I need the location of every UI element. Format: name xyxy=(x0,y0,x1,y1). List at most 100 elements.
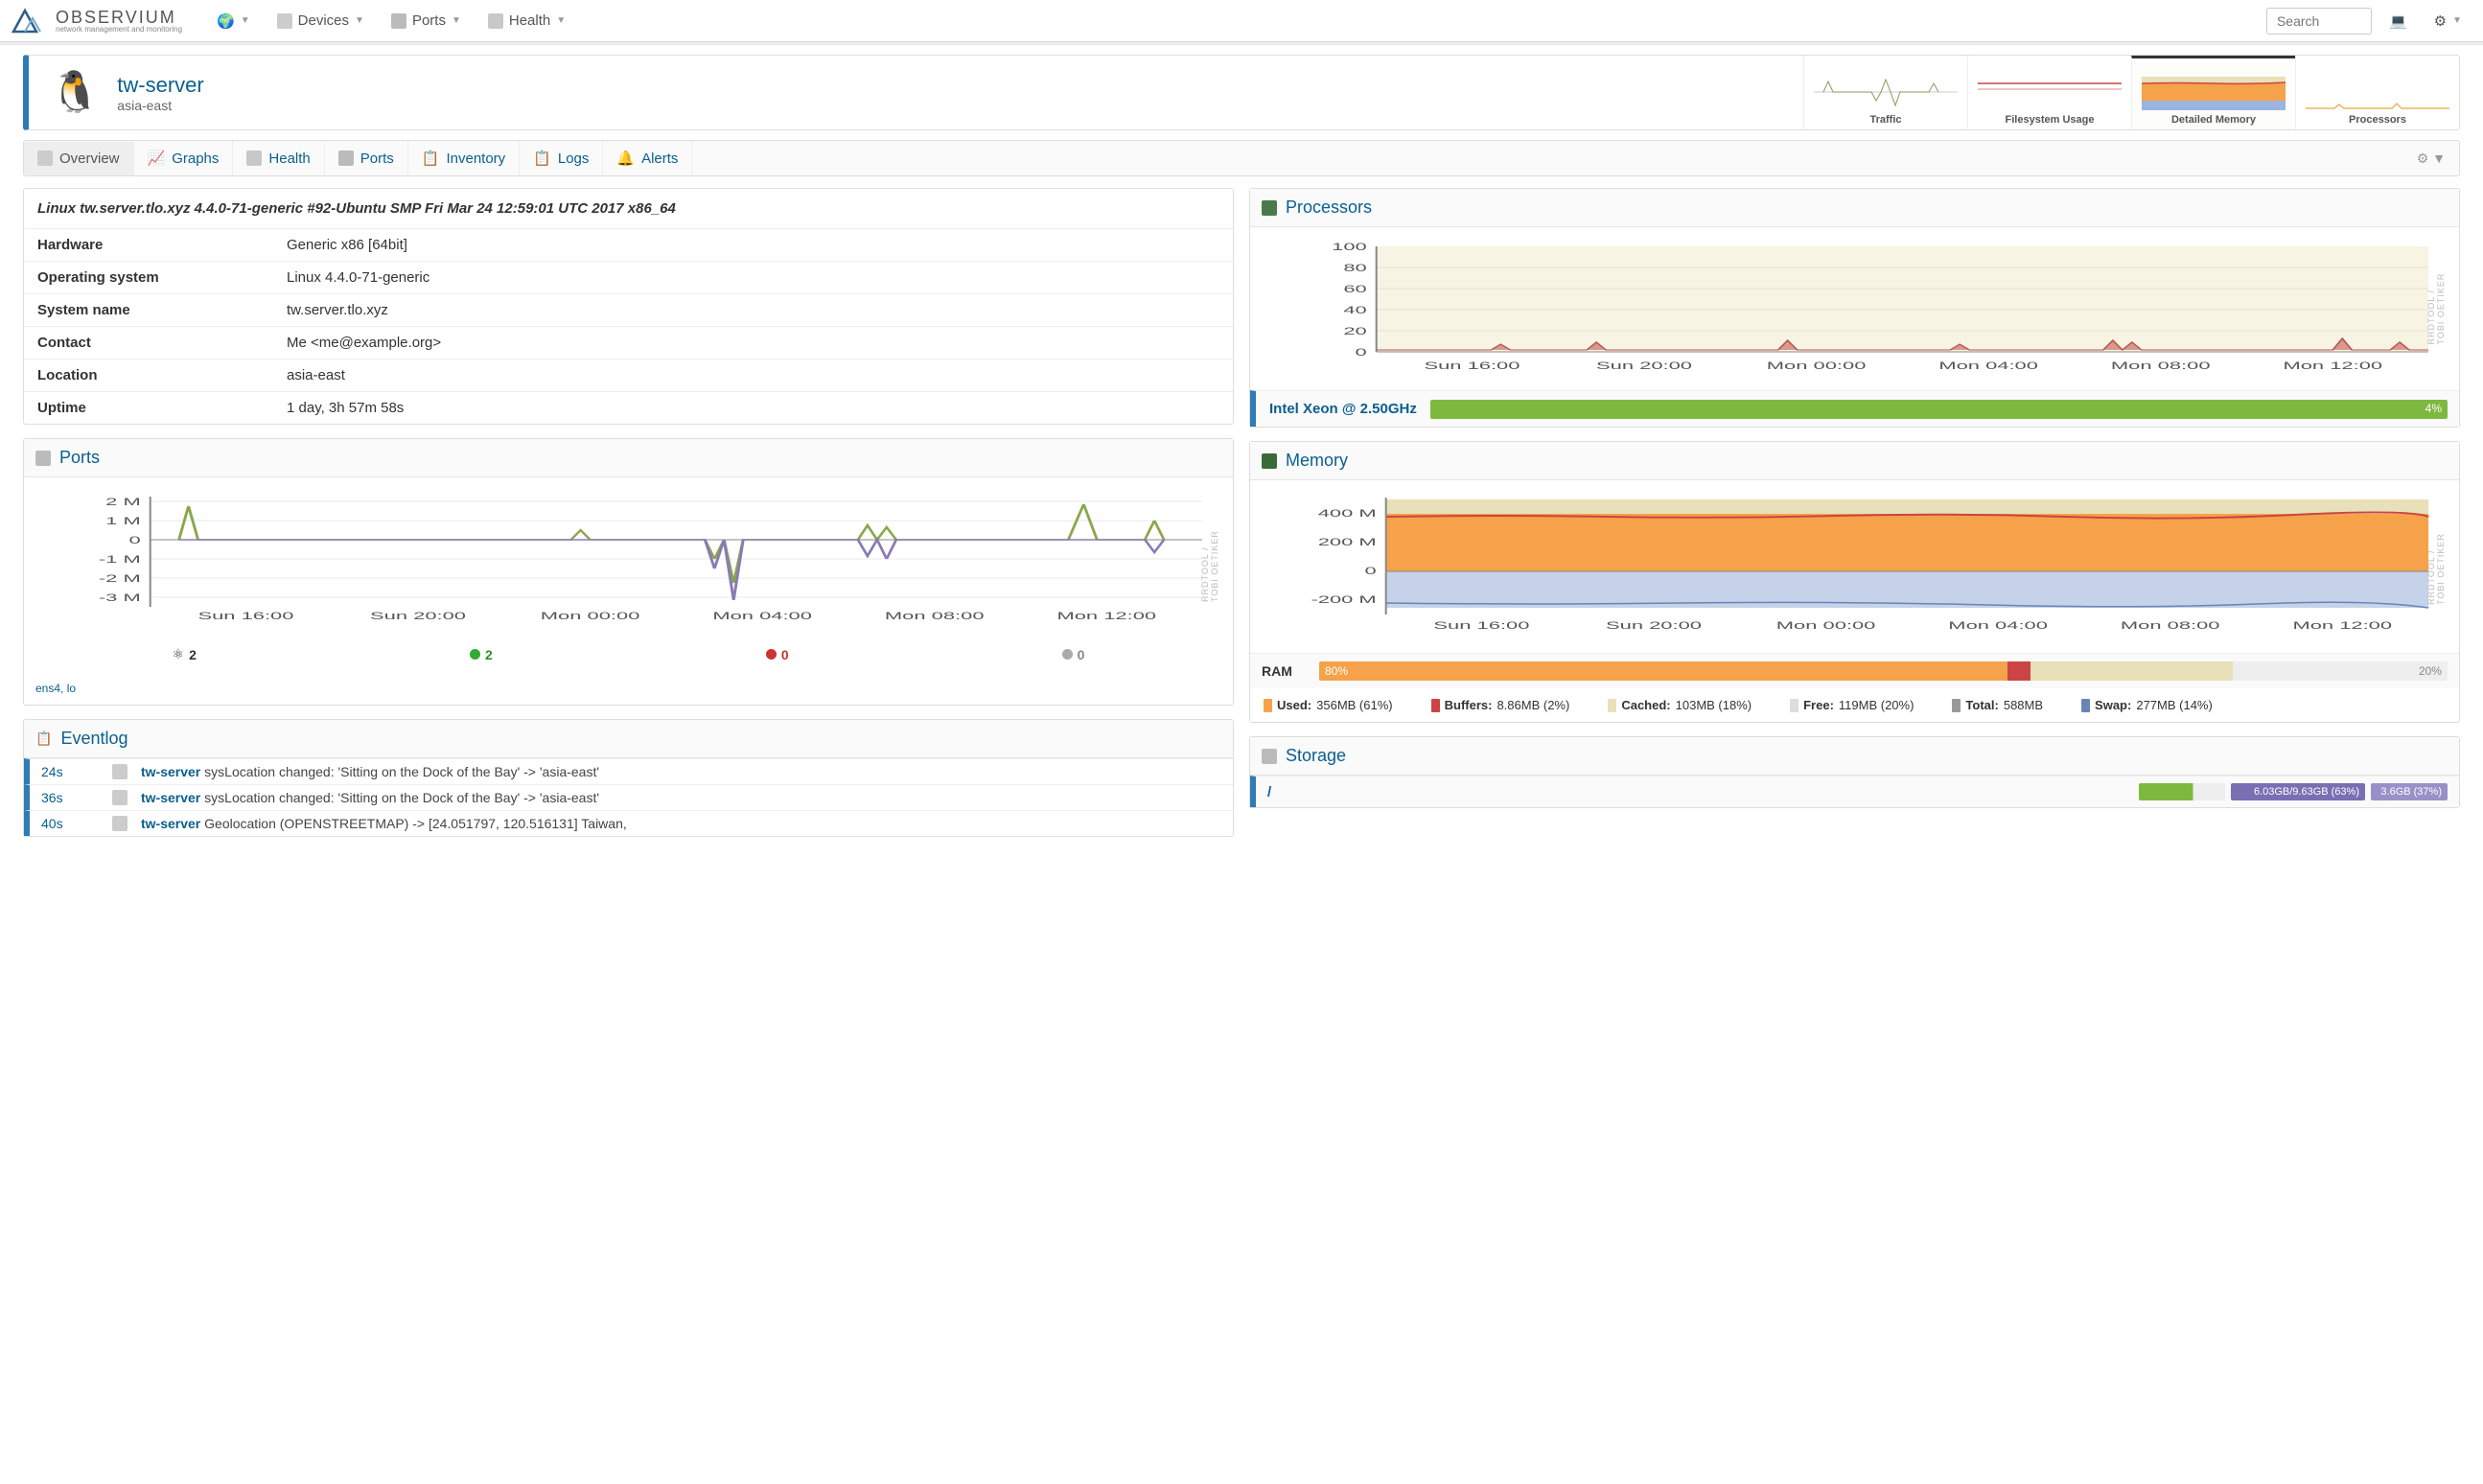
dot-grey-icon xyxy=(1062,649,1073,660)
memory-graph[interactable]: 400 M200 M 0-200 M Sun 16:00Sun 20:00 Mo… xyxy=(1262,490,2448,643)
dot-red-icon xyxy=(766,649,777,660)
svg-text:Mon 04:00: Mon 04:00 xyxy=(712,610,812,622)
eventlog-row[interactable]: 24s tw-server sysLocation changed: 'Sitt… xyxy=(24,758,1233,784)
port-count-shutdown: 0 xyxy=(1062,646,1085,662)
svg-text:Mon 12:00: Mon 12:00 xyxy=(1056,610,1156,622)
svg-text:100: 100 xyxy=(1332,241,1367,253)
storage-icon xyxy=(1262,749,1277,764)
svg-text:Sun 16:00: Sun 16:00 xyxy=(197,610,293,622)
svg-text:0: 0 xyxy=(1356,346,1367,359)
eventlog-row[interactable]: 36s tw-server sysLocation changed: 'Sitt… xyxy=(24,784,1233,810)
tab-logs[interactable]: 📋Logs xyxy=(520,141,603,175)
port-icon xyxy=(391,13,406,29)
svg-text:Mon 00:00: Mon 00:00 xyxy=(1767,359,1867,372)
nav-laptop[interactable]: 💻 xyxy=(2379,7,2417,35)
processors-title[interactable]: Processors xyxy=(1286,197,1372,218)
brand-name: OBSERVIUM xyxy=(56,9,182,26)
eventlog-title[interactable]: Eventlog xyxy=(60,729,128,749)
svg-text:60: 60 xyxy=(1343,283,1366,295)
svg-text:Mon 08:00: Mon 08:00 xyxy=(2111,359,2211,372)
graph-watermark: RRDTOOL / TOBI OETIKER xyxy=(1200,525,1219,602)
gear-icon: ⚙ xyxy=(2417,151,2429,166)
port-icon xyxy=(338,151,354,166)
port-links[interactable]: ens4, lo xyxy=(24,678,1233,705)
nav-health[interactable]: Health ▼ xyxy=(478,7,575,35)
storage-panel: Storage / 6.03GB/9.63GB (63%) 3.6GB (37%… xyxy=(1249,736,2460,808)
cpu-icon xyxy=(1262,200,1277,216)
system-description: Linux tw.server.tlo.xyz 4.4.0-71-generic… xyxy=(24,189,1233,228)
svg-text:Sun 20:00: Sun 20:00 xyxy=(370,610,466,622)
info-row: Locationasia-east xyxy=(24,359,1233,392)
brand-tagline: network management and monitoring xyxy=(56,26,182,34)
ports-graph[interactable]: 2 M1 M0 -1 M-2 M-3 M Sun 16:00Sun 20:00 … xyxy=(35,487,1221,640)
nav-devices[interactable]: Devices ▼ xyxy=(267,7,374,35)
storage-free-bar: 3.6GB (37%) xyxy=(2371,783,2448,800)
ram-usage-bar: 80% 20% xyxy=(1319,661,2448,681)
nav-health-label: Health xyxy=(509,12,550,29)
device-icon xyxy=(112,764,128,779)
info-row: System nametw.server.tlo.xyz xyxy=(24,294,1233,327)
device-name[interactable]: tw-server xyxy=(117,73,203,98)
mini-graph-label: Filesystem Usage xyxy=(2006,114,2095,126)
info-row: Uptime1 day, 3h 57m 58s xyxy=(24,392,1233,425)
mini-graph-memory[interactable]: Detailed Memory xyxy=(2131,56,2295,129)
device-tabs: Overview 📈Graphs Health Ports 📋Inventory… xyxy=(23,140,2460,176)
device-location: asia-east xyxy=(117,98,203,113)
eventlog-row[interactable]: 40s tw-server Geolocation (OPENSTREETMAP… xyxy=(24,810,1233,836)
mini-graph-filesystem[interactable]: Filesystem Usage xyxy=(1967,56,2131,129)
linux-icon: 🐧 xyxy=(50,69,100,116)
mini-graph-traffic[interactable]: Traffic xyxy=(1803,56,1967,129)
tab-settings[interactable]: ⚙ ▼ xyxy=(2403,143,2459,174)
search-input[interactable] xyxy=(2266,8,2372,35)
nav-ports[interactable]: Ports ▼ xyxy=(382,7,471,35)
ports-title[interactable]: Ports xyxy=(59,448,100,468)
memory-title[interactable]: Memory xyxy=(1286,451,1348,471)
chart-icon: 📈 xyxy=(148,150,166,167)
svg-text:-2 M: -2 M xyxy=(99,572,141,585)
inventory-icon: 📋 xyxy=(422,150,440,167)
svg-text:Mon 04:00: Mon 04:00 xyxy=(1948,619,2048,632)
tab-overview[interactable]: Overview xyxy=(24,142,134,175)
storage-title[interactable]: Storage xyxy=(1286,746,1346,766)
port-icon xyxy=(35,451,51,466)
eventlog-panel: 📋 Eventlog 24s tw-server sysLocation cha… xyxy=(23,719,1234,837)
svg-text:40: 40 xyxy=(1343,304,1366,316)
processors-panel: Processors 1008060 xyxy=(1249,188,2460,428)
tab-inventory[interactable]: 📋Inventory xyxy=(408,141,520,175)
nav-global[interactable]: 🌍▼ xyxy=(207,7,260,35)
nav-settings[interactable]: ⚙▼ xyxy=(2425,7,2471,35)
svg-text:2 M: 2 M xyxy=(105,496,141,508)
info-row: HardwareGeneric x86 [64bit] xyxy=(24,229,1233,262)
svg-text:Mon 04:00: Mon 04:00 xyxy=(1938,359,2038,372)
chevron-down-icon: ▼ xyxy=(556,15,566,26)
chevron-down-icon: ▼ xyxy=(452,15,461,26)
processors-graph[interactable]: 1008060 40200 Sun 16:00Sun 20:00 Mon 00:… xyxy=(1262,237,2448,381)
mini-graph-processors[interactable]: Processors xyxy=(2295,56,2459,129)
device-icon xyxy=(112,790,128,805)
logs-icon: 📋 xyxy=(533,150,551,167)
tab-health[interactable]: Health xyxy=(233,142,324,175)
svg-text:Sun 16:00: Sun 16:00 xyxy=(1433,619,1529,632)
svg-text:Mon 00:00: Mon 00:00 xyxy=(541,610,640,622)
graph-watermark: RRDTOOL / TOBI OETIKER xyxy=(2426,273,2446,345)
svg-text:0: 0 xyxy=(129,534,141,546)
svg-text:Sun 16:00: Sun 16:00 xyxy=(1424,359,1520,372)
tab-graphs[interactable]: 📈Graphs xyxy=(134,141,234,175)
logo-icon xyxy=(12,7,50,35)
mini-graph-label: Traffic xyxy=(1869,114,1901,126)
port-count-total: ⚛2 xyxy=(173,646,197,662)
health-icon xyxy=(246,151,262,166)
svg-text:Mon 08:00: Mon 08:00 xyxy=(2121,619,2220,632)
system-info-panel: Linux tw.server.tlo.xyz 4.4.0-71-generic… xyxy=(23,188,1234,425)
logo[interactable]: OBSERVIUM network management and monitor… xyxy=(12,7,182,35)
mini-graphs: Traffic Filesystem Usage Detailed Memory… xyxy=(225,56,2459,129)
storage-mini-bar xyxy=(2139,783,2225,800)
tab-ports[interactable]: Ports xyxy=(325,142,408,175)
processor-row[interactable]: Intel Xeon @ 2.50GHz 4% xyxy=(1250,390,2459,427)
storage-row[interactable]: / 6.03GB/9.63GB (63%) 3.6GB (37%) xyxy=(1250,776,2459,807)
svg-text:20: 20 xyxy=(1343,325,1366,337)
storage-used-bar: 6.03GB/9.63GB (63%) xyxy=(2231,783,2365,800)
chevron-down-icon: ▼ xyxy=(355,15,364,26)
tab-alerts[interactable]: 🔔Alerts xyxy=(603,141,692,175)
svg-text:200 M: 200 M xyxy=(1318,536,1377,548)
